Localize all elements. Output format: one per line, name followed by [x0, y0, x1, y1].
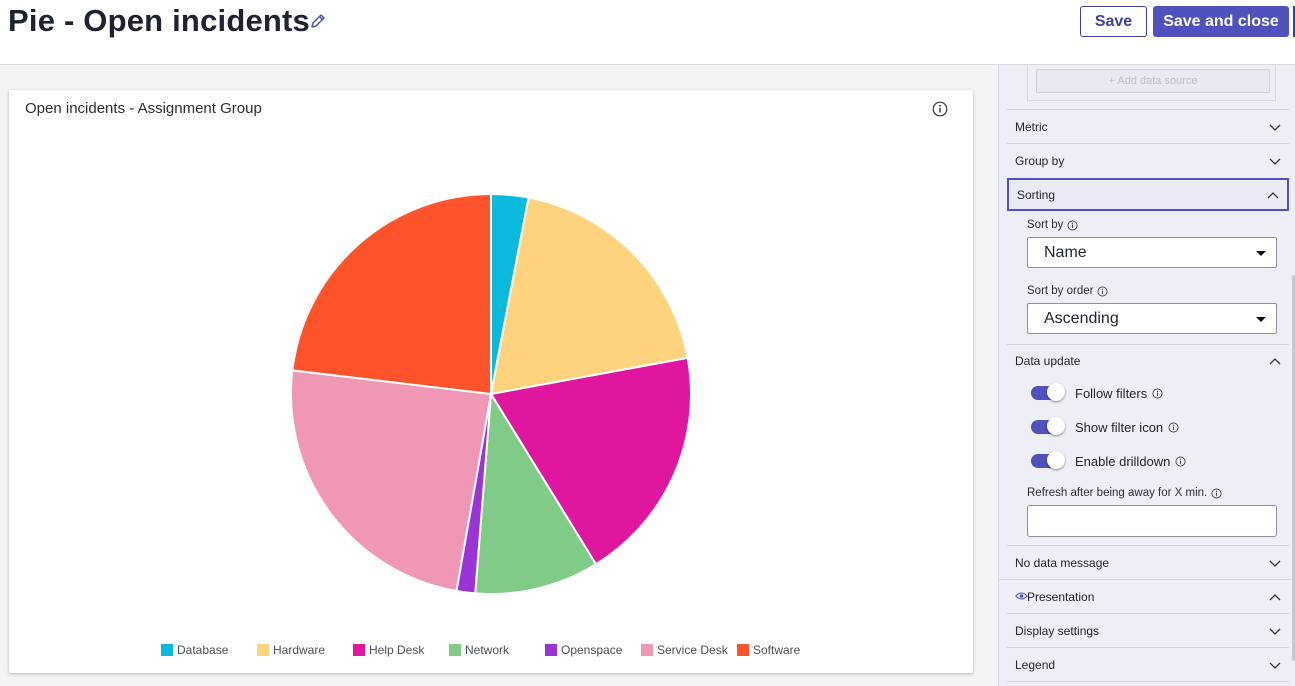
section-legend[interactable]: Legend — [1007, 648, 1289, 681]
section-data-update[interactable]: Data update — [1007, 344, 1289, 377]
follow-filters-label: Follow filters — [1075, 385, 1148, 401]
show-filter-icon-label: Show filter icon — [1075, 419, 1164, 435]
legend-item[interactable]: Software — [737, 641, 800, 659]
sort-by-label: Sort by — [1027, 219, 1078, 231]
chevron-down-icon — [1269, 662, 1281, 669]
legend-swatch — [545, 644, 557, 656]
legend-item[interactable]: Openspace — [545, 641, 622, 659]
follow-filters-toggle[interactable] — [1031, 383, 1065, 401]
sort-by-label-text: Sort by — [1027, 219, 1064, 231]
info-icon[interactable] — [1211, 488, 1222, 499]
chevron-down-icon — [1269, 560, 1281, 567]
info-icon[interactable] — [1175, 456, 1186, 467]
toggle-knob — [1047, 383, 1065, 401]
enable-drilldown-toggle[interactable] — [1031, 451, 1065, 469]
section-display-settings[interactable]: Display settings — [1007, 614, 1289, 647]
chevron-up-icon — [1269, 358, 1281, 365]
show-filter-icon-row: Show filter icon — [1031, 417, 1179, 437]
chart-title: Open incidents - Assignment Group — [25, 100, 262, 117]
section-presentation[interactable]: Presentation — [1007, 580, 1289, 613]
divider — [1007, 681, 1289, 682]
legend-swatch — [449, 644, 461, 656]
refresh-label: Refresh after being away for X min. — [1027, 487, 1222, 499]
save-button[interactable]: Save — [1080, 6, 1147, 37]
legend-swatch — [161, 644, 173, 656]
section-label: Group by — [1015, 153, 1065, 168]
caret-down-icon — [1256, 251, 1266, 256]
legend-item[interactable]: Database — [161, 641, 228, 659]
data-source-box: + Add data source — [1027, 65, 1276, 101]
sort-by-value: Name — [1044, 243, 1087, 261]
section-group-by[interactable]: Group by — [1007, 144, 1289, 177]
legend-label: Network — [465, 643, 510, 657]
chevron-down-icon — [1269, 158, 1281, 165]
legend-label: Software — [753, 643, 801, 657]
legend-swatch — [737, 644, 749, 656]
section-label: Sorting — [1017, 187, 1056, 202]
info-icon[interactable] — [1152, 388, 1163, 399]
pie-slice-service-desk[interactable] — [290, 369, 493, 593]
refresh-label-text: Refresh after being away for X min. — [1027, 487, 1208, 499]
caret-down-icon — [1256, 317, 1266, 322]
legend-label: Hardware — [273, 643, 326, 657]
section-label: Presentation — [1027, 589, 1095, 604]
legend-label: Service Desk — [657, 643, 728, 657]
legend-item[interactable]: Hardware — [257, 641, 325, 659]
toggle-knob — [1047, 451, 1065, 469]
follow-filters-row: Follow filters — [1031, 383, 1163, 403]
chevron-down-icon — [1269, 628, 1281, 635]
legend-label: Help Desk — [369, 643, 425, 657]
legend-swatch — [257, 644, 269, 656]
section-label: Display settings — [1015, 623, 1100, 638]
info-icon[interactable] — [1067, 220, 1078, 231]
sort-order-label: Sort by order — [1027, 285, 1108, 297]
enable-drilldown-label: Enable drilldown — [1075, 453, 1171, 469]
info-icon[interactable] — [932, 101, 948, 117]
show-filter-icon-toggle[interactable] — [1031, 417, 1065, 435]
page-title: Pie - Open incidents — [8, 3, 310, 38]
section-no-data-message[interactable]: No data message — [1007, 546, 1289, 579]
pie-slice-software[interactable] — [291, 192, 492, 396]
info-icon[interactable] — [1097, 286, 1108, 297]
refresh-minutes-input[interactable] — [1027, 505, 1277, 537]
pencil-icon[interactable] — [309, 12, 327, 30]
sort-order-select[interactable]: Ascending — [1027, 303, 1277, 334]
legend-swatch — [353, 644, 365, 656]
section-label: Data update — [1015, 353, 1081, 368]
eye-icon — [1015, 592, 1028, 600]
section-sorting[interactable]: Sorting — [1007, 178, 1289, 211]
section-label: Legend — [1015, 657, 1056, 672]
settings-panel: + Add data source Metric Group by Sortin… — [998, 65, 1295, 686]
chevron-up-icon — [1269, 594, 1281, 601]
chevron-down-icon — [1269, 124, 1281, 131]
legend-label: Openspace — [561, 643, 623, 657]
save-and-close-button[interactable]: Save and close — [1153, 6, 1289, 37]
add-data-source-button[interactable]: + Add data source — [1036, 69, 1270, 93]
top-bar: Pie - Open incidents Save Save and close — [0, 0, 1295, 65]
section-label: Metric — [1015, 119, 1048, 134]
section-label: No data message — [1015, 555, 1110, 570]
chart-legend: Database Hardware Help Desk Network Openspac… — [9, 641, 973, 659]
chevron-up-icon — [1267, 192, 1279, 199]
sort-by-select[interactable]: Name — [1027, 237, 1277, 268]
pie-chart — [290, 192, 692, 595]
sort-order-label-text: Sort by order — [1027, 285, 1094, 297]
section-metric[interactable]: Metric — [1007, 110, 1289, 143]
legend-item[interactable]: Network — [449, 641, 509, 659]
enable-drilldown-row: Enable drilldown — [1031, 451, 1186, 471]
legend-label: Database — [177, 643, 229, 657]
sort-order-value: Ascending — [1044, 309, 1119, 327]
legend-item[interactable]: Help Desk — [353, 641, 424, 659]
chart-card: Open incidents - Assignment Group Databa… — [9, 90, 973, 673]
info-icon[interactable] — [1168, 422, 1179, 433]
legend-swatch — [641, 644, 653, 656]
legend-item[interactable]: Service Desk — [641, 641, 728, 659]
toggle-knob — [1047, 417, 1065, 435]
